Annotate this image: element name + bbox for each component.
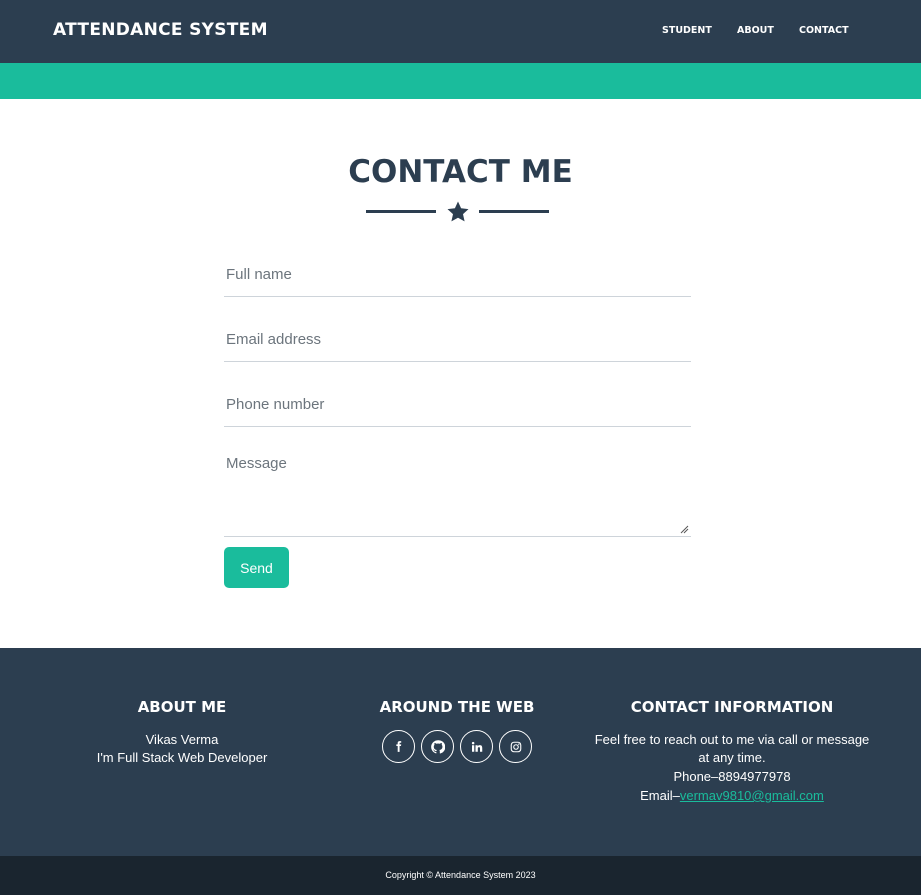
instagram-link[interactable] — [499, 730, 532, 763]
github-icon — [430, 739, 445, 753]
linkedin-link[interactable] — [460, 730, 493, 763]
accent-band — [0, 63, 921, 99]
linkedin-icon — [471, 741, 482, 752]
instagram-icon — [510, 741, 521, 752]
facebook-link[interactable] — [382, 730, 415, 763]
nav-link-student[interactable]: STUDENT — [662, 24, 712, 37]
phone-input[interactable] — [224, 382, 691, 427]
footer-about-name: Vikas Verma — [145, 732, 219, 747]
email-link[interactable]: vermav9810@gmail.com — [680, 788, 824, 803]
email-input[interactable] — [224, 317, 691, 362]
copyright-text: Copyright © Attendance System 2023 — [385, 870, 536, 880]
full-name-input[interactable] — [224, 252, 691, 297]
nav-link-contact[interactable]: CONTACT — [799, 24, 849, 37]
footer-contact-heading: CONTACT INFORMATION — [630, 698, 834, 716]
footer-about-tagline: I'm Full Stack Web Developer — [96, 750, 268, 765]
facebook-icon — [396, 741, 402, 752]
footer-contact-email-row: Email–vermav9810@gmail.com — [582, 786, 882, 805]
message-textarea[interactable] — [224, 450, 691, 537]
footer: ABOUT ME Vikas Verma I'm Full Stack Web … — [0, 648, 921, 856]
footer-contact-line2: at any time. — [698, 750, 766, 765]
footer-contact-phone: Phone–8894977978 — [673, 769, 791, 784]
footer-contact-email-prefix: Email– — [640, 788, 680, 803]
navbar: ATTENDANCE SYSTEM STUDENT ABOUT CONTACT — [0, 0, 921, 63]
brand-title[interactable]: ATTENDANCE SYSTEM — [53, 18, 268, 42]
send-button[interactable]: Send — [224, 547, 289, 588]
contact-title: CONTACT ME — [348, 154, 573, 190]
github-link[interactable] — [421, 730, 454, 763]
footer-about-heading: ABOUT ME — [137, 698, 227, 716]
nav-link-about[interactable]: ABOUT — [737, 24, 774, 37]
footer-web-heading: AROUND THE WEB — [379, 698, 535, 716]
copyright-bar: Copyright © Attendance System 2023 — [0, 856, 921, 895]
divider-line-right — [479, 210, 549, 213]
star-icon — [447, 201, 469, 222]
footer-contact-line1: Feel free to reach out to me via call or… — [594, 732, 870, 747]
divider-line-left — [366, 210, 436, 213]
resize-grip-icon[interactable] — [679, 524, 689, 534]
